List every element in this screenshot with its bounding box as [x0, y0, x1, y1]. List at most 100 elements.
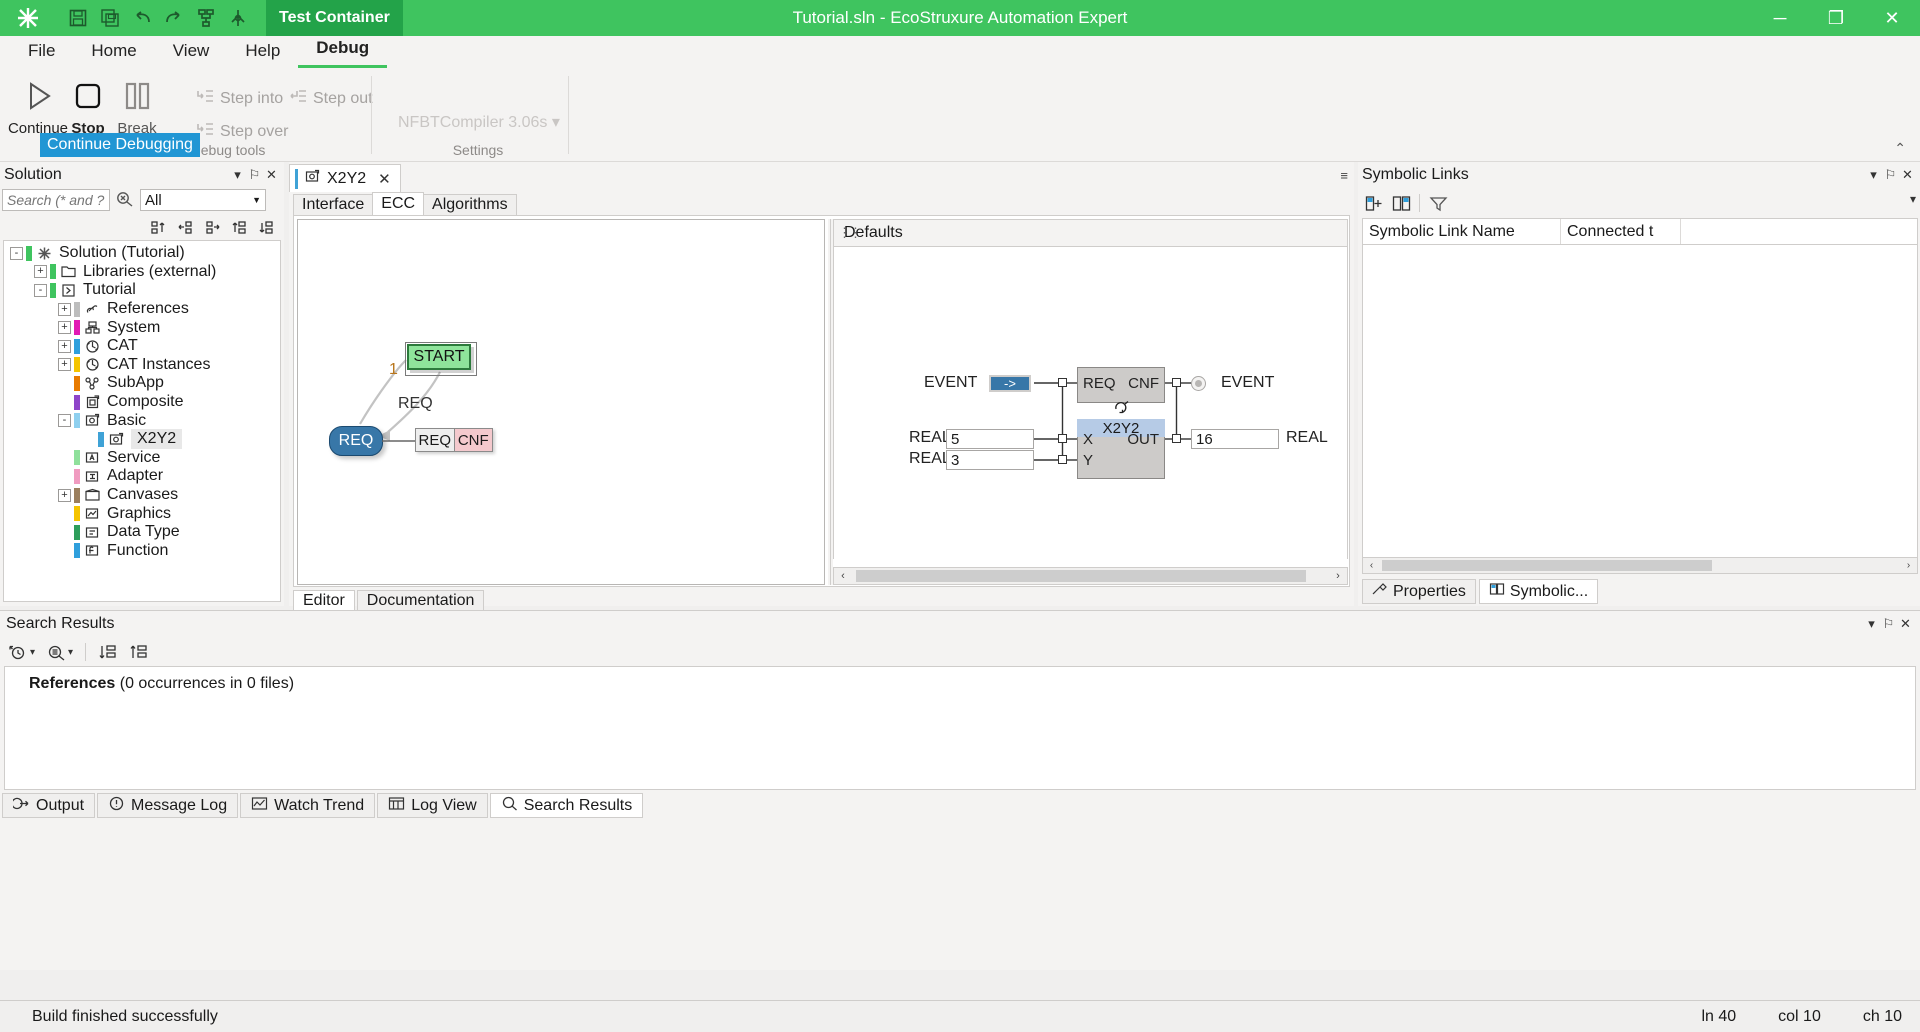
tree-node-graphics[interactable]: Graphics: [4, 504, 280, 523]
break-button[interactable]: Break: [105, 72, 169, 137]
connector-cnf-out[interactable]: [1172, 378, 1181, 387]
tab-editor[interactable]: Editor: [293, 590, 355, 611]
menu-item-help[interactable]: Help: [227, 37, 298, 68]
tab-interface[interactable]: Interface: [293, 194, 374, 216]
ecc-state-req[interactable]: REQ: [329, 426, 383, 456]
expand-toggle-icon[interactable]: +: [58, 321, 71, 335]
search-clear-icon[interactable]: [114, 191, 136, 210]
save-icon[interactable]: [64, 5, 92, 31]
tree-node-data-type[interactable]: Data Type: [4, 523, 280, 542]
symbolic-pin-icon[interactable]: ⚐: [1882, 167, 1899, 183]
expand-toggle-icon[interactable]: +: [58, 358, 71, 372]
expand-toggle-icon[interactable]: +: [58, 339, 71, 353]
close-icon[interactable]: ✕: [378, 170, 391, 188]
tree-node-canvases[interactable]: + Canvases: [4, 486, 280, 505]
event-out-indicator[interactable]: [1191, 376, 1206, 391]
search-results-dropdown-icon[interactable]: ▾: [1863, 616, 1880, 632]
sort-up-icon[interactable]: [229, 217, 251, 237]
column-connected-to[interactable]: Connected t: [1561, 219, 1681, 244]
tree-node-system[interactable]: + System: [4, 318, 280, 337]
search-input[interactable]: [2, 189, 110, 211]
symbolic-horizontal-scrollbar[interactable]: ‹ ›: [1362, 557, 1918, 574]
tab-watch-trend[interactable]: Watch Trend: [240, 793, 376, 818]
step-into-button[interactable]: Step into: [196, 88, 283, 110]
collapse-all-icon[interactable]: [148, 217, 170, 237]
tree-node-basic[interactable]: - Basic: [4, 411, 280, 430]
test-container-tab[interactable]: Test Container: [266, 0, 403, 36]
connector-req-in[interactable]: [1058, 378, 1067, 387]
sort-down-icon[interactable]: [256, 217, 278, 237]
solution-close-icon[interactable]: ✕: [263, 167, 280, 183]
tree-node-adapter[interactable]: Adapter: [4, 467, 280, 486]
symbolic-overflow-icon[interactable]: ▾: [1910, 192, 1916, 206]
tab-output[interactable]: Output: [2, 793, 96, 818]
step-out-button[interactable]: Step out: [289, 88, 373, 110]
scroll-thumb[interactable]: [1382, 560, 1712, 571]
tree-node-tutorial[interactable]: - Tutorial: [4, 281, 280, 300]
scroll-right-icon[interactable]: ›: [1900, 560, 1917, 571]
document-tab-x2y2[interactable]: X2Y2 ✕: [289, 164, 401, 192]
save-all-icon[interactable]: [96, 5, 124, 31]
expand-toggle-icon[interactable]: +: [58, 488, 71, 502]
expand-toggle-icon[interactable]: +: [58, 302, 71, 316]
remove-symbolic-link-icon[interactable]: [1389, 192, 1413, 214]
history-icon[interactable]: ▾: [4, 641, 39, 663]
deploy-icon[interactable]: [192, 5, 220, 31]
ecc-diagram-canvas[interactable]: 1 REQ START REQ REQ CNF: [297, 219, 825, 585]
symbolic-close-icon[interactable]: ✕: [1899, 167, 1916, 183]
tree-node-cat-instances[interactable]: + CAT Instances: [4, 356, 280, 375]
event-in-value[interactable]: ->: [989, 375, 1031, 392]
search-results-pin-icon[interactable]: ⚐: [1880, 616, 1897, 632]
scroll-left-icon[interactable]: ‹: [834, 570, 852, 582]
sync-forward-icon[interactable]: [202, 217, 224, 237]
tab-ecc[interactable]: ECC: [372, 192, 425, 216]
tree-node-service[interactable]: Service: [4, 449, 280, 468]
scroll-left-icon[interactable]: ‹: [1363, 560, 1380, 571]
tree-node-cat[interactable]: + CAT: [4, 337, 280, 356]
tab-message-log[interactable]: Message Log: [97, 793, 239, 818]
drag-grip-icon[interactable]: ⋮⋮: [838, 225, 862, 241]
function-block-x2y2[interactable]: X2Y2 REQ CNF X OUT Y: [1077, 367, 1165, 479]
y-value-input[interactable]: 3: [946, 450, 1034, 470]
tab-symbolic[interactable]: Symbolic...: [1478, 579, 1599, 604]
tree-node-solution-tutorial[interactable]: - Solution (Tutorial): [4, 244, 280, 263]
column-symbolic-link-name[interactable]: Symbolic Link Name: [1363, 219, 1561, 244]
tree-node-references[interactable]: + References: [4, 300, 280, 319]
sort-desc-icon[interactable]: [94, 641, 122, 663]
collapse-toggle-icon[interactable]: -: [10, 246, 23, 260]
function-block-canvas[interactable]: EVENT -> REAL 5 REAL 3 X2Y2 REQ CNF X OU…: [833, 247, 1348, 559]
connect-icon[interactable]: [224, 5, 252, 31]
x-value-input[interactable]: 5: [946, 429, 1034, 449]
collapse-toggle-icon[interactable]: -: [34, 283, 47, 297]
search-results-list[interactable]: References (0 occurrences in 0 files): [4, 666, 1916, 790]
tab-documentation[interactable]: Documentation: [356, 590, 485, 611]
menu-item-debug[interactable]: Debug: [298, 34, 388, 68]
close-button[interactable]: ✕: [1864, 0, 1920, 36]
redo-icon[interactable]: [160, 5, 188, 31]
tab-log-view[interactable]: Log View: [377, 793, 488, 818]
step-over-button[interactable]: Step over: [196, 121, 288, 143]
defaults-horizontal-scrollbar[interactable]: ‹ ›: [833, 567, 1348, 585]
menu-item-file[interactable]: File: [10, 37, 73, 68]
add-symbolic-link-icon[interactable]: [1362, 192, 1386, 214]
tab-algorithms[interactable]: Algorithms: [423, 194, 517, 216]
tree-node-libraries-external[interactable]: + Libraries (external): [4, 263, 280, 282]
symbolic-dropdown-icon[interactable]: ▾: [1865, 167, 1882, 183]
ecc-action-box[interactable]: REQ CNF: [415, 428, 493, 452]
ribbon-collapse-button[interactable]: ⌃: [1894, 140, 1906, 157]
tree-node-composite[interactable]: Composite: [4, 393, 280, 412]
symbolic-links-grid[interactable]: Symbolic Link Name Connected t: [1362, 218, 1918, 570]
tree-node-x2y2[interactable]: X2Y2: [4, 429, 280, 450]
restore-button[interactable]: ❐: [1808, 0, 1864, 36]
undo-icon[interactable]: [128, 5, 156, 31]
filter-select[interactable]: All ▼: [140, 189, 266, 211]
search-options-icon[interactable]: ▾: [42, 641, 77, 663]
menu-item-view[interactable]: View: [155, 37, 228, 68]
solution-pin-icon[interactable]: ⚐: [246, 167, 263, 183]
menu-item-home[interactable]: Home: [73, 37, 154, 68]
solution-dropdown-icon[interactable]: ▾: [229, 167, 246, 183]
connector-y-in[interactable]: [1058, 455, 1067, 464]
scroll-thumb[interactable]: [856, 570, 1306, 582]
tree-node-subapp[interactable]: SubApp: [4, 374, 280, 393]
search-results-close-icon[interactable]: ✕: [1897, 616, 1914, 632]
